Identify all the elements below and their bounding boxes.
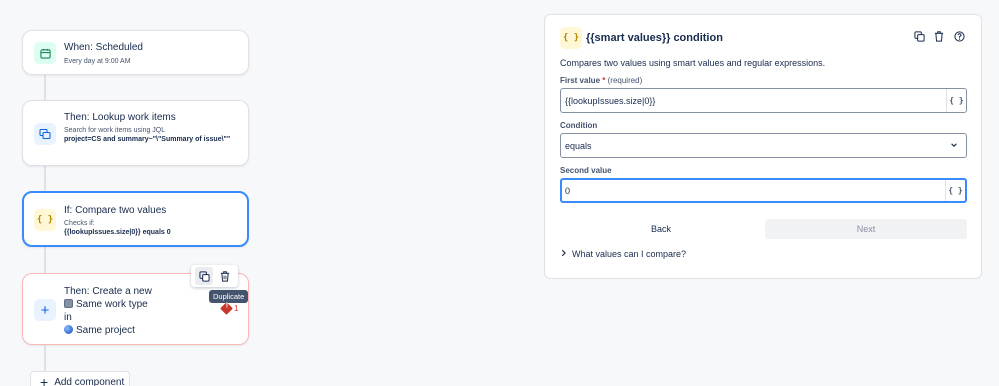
condition-subtitle: Checks if: {{lookupIssues.size|0}} equal…	[64, 219, 235, 237]
lookup-query: project=CS and summary~"\"Summary of iss…	[64, 136, 231, 143]
create-project: Same project	[64, 324, 152, 337]
project-icon	[64, 325, 73, 334]
panel-actions	[913, 30, 965, 42]
trigger-title: When: Scheduled	[64, 42, 143, 53]
condition-card[interactable]: { } If: Compare two values Checks if: {{…	[22, 191, 249, 247]
condition-select[interactable]: equals	[560, 133, 967, 158]
error-icon	[220, 302, 233, 315]
help-expander[interactable]: What values can I compare?	[560, 249, 686, 259]
lookup-card[interactable]: Then: Lookup work items Search for work …	[22, 100, 249, 166]
add-component-label: Add component	[54, 376, 125, 386]
create-in: in	[64, 312, 72, 323]
trigger-subtitle: Every day at 9:00 AM	[64, 58, 131, 65]
chevron-right-icon	[560, 249, 567, 259]
smart-value-icon: { }	[560, 27, 582, 49]
smart-value-insert-button[interactable]: { }	[945, 180, 965, 201]
back-button[interactable]: Back	[560, 219, 762, 239]
add-component-button[interactable]: + Add component	[30, 371, 130, 386]
panel-description: Compares two values using smart values a…	[560, 58, 826, 68]
second-value-input[interactable]: 0 { }	[560, 178, 967, 203]
first-value-text: {{lookupIssues.size|0}}	[565, 95, 656, 106]
second-value-text: 0	[565, 185, 571, 196]
duplicate-icon[interactable]	[195, 267, 214, 285]
card-actions-toolbar	[191, 265, 238, 287]
condition-label: Condition	[560, 121, 598, 130]
create-body: Then: Create a new Same work type in Sam…	[64, 285, 152, 337]
panel-title: {{smart values}} condition	[586, 32, 723, 44]
error-indicator[interactable]: 1	[220, 302, 239, 315]
condition-title: If: Compare two values	[64, 205, 167, 216]
delete-icon[interactable]	[933, 30, 945, 42]
condition-config-panel: { } {{smart values}} condition Compares …	[544, 14, 982, 279]
lookup-subtitle: Search for work items using JQL project=…	[64, 126, 236, 144]
help-icon[interactable]	[953, 30, 965, 42]
trigger-card[interactable]: When: Scheduled Every day at 9:00 AM	[22, 30, 249, 75]
calendar-icon	[34, 42, 56, 64]
duplicate-icon[interactable]	[913, 30, 925, 42]
condition-description: Checks if:	[64, 220, 95, 227]
smart-value-insert-button[interactable]: { }	[946, 89, 966, 112]
lookup-title: Then: Lookup work items	[64, 112, 176, 123]
create-type: Same work type	[64, 298, 152, 311]
create-title: Then: Create a new	[64, 286, 152, 297]
next-button[interactable]: Next	[765, 219, 967, 239]
create-type-label: Same work type	[76, 299, 148, 310]
condition-select-value: equals	[565, 140, 592, 151]
required-text: (required)	[607, 76, 643, 85]
plus-icon: +	[40, 374, 49, 386]
first-value-input[interactable]: {{lookupIssues.size|0}} { }	[560, 88, 967, 113]
lookup-icon	[34, 123, 56, 145]
first-value-label: First value * (required)	[560, 76, 642, 85]
smart-value-icon: { }	[34, 209, 56, 231]
duplicate-tooltip: Duplicate	[209, 290, 249, 303]
chevron-down-icon	[950, 141, 958, 151]
delete-icon[interactable]	[216, 267, 234, 285]
second-value-label: Second value	[560, 166, 612, 175]
create-project-label: Same project	[76, 325, 135, 336]
work-type-icon	[64, 299, 73, 308]
help-expander-label: What values can I compare?	[572, 249, 687, 259]
lookup-description: Search for work items using JQL	[64, 127, 166, 134]
condition-expression: {{lookupIssues.size|0}} equals 0	[64, 229, 171, 236]
first-value-label-text: First value	[560, 76, 601, 85]
required-star: *	[602, 76, 606, 85]
add-icon: +	[34, 299, 56, 321]
error-count: 1	[234, 304, 239, 313]
